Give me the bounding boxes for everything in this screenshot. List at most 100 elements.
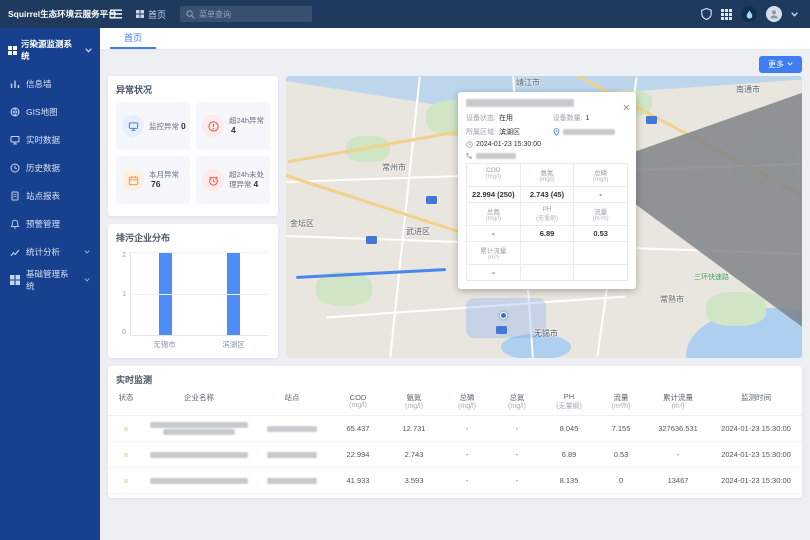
enterprise-distribution-chart: 排污企业分布 2 1 0: [108, 224, 278, 358]
device-count-value: 1: [586, 115, 590, 122]
water-drop-badge[interactable]: [741, 6, 757, 22]
metric-header: PH(无量纲): [521, 203, 574, 225]
city-label: 南通市: [736, 84, 760, 95]
city-label: 金坛区: [290, 218, 314, 229]
device-status-value: 在用: [499, 113, 513, 123]
stat-label: 超24h异常: [229, 116, 264, 125]
road-shield-icon: [366, 236, 377, 244]
cell-ph: 8.135: [542, 468, 596, 494]
chevron-down-icon[interactable]: [791, 12, 798, 17]
metric-header: 氨氮(mg/l): [521, 164, 574, 186]
platform-logo: Squirrel生态环境云服务平台: [0, 8, 100, 20]
col-tn: 总氮(mg/l): [492, 390, 542, 416]
cell-tp: -: [442, 416, 492, 442]
cell-tn: -: [492, 416, 542, 442]
chart-y-axis: 2 1 0: [114, 252, 126, 336]
popup-time: 2024-01-23 15:30:00: [476, 141, 541, 148]
cell-cod: 41.933: [330, 468, 386, 494]
sidebar-system-title[interactable]: 污染源监测系统: [0, 28, 100, 70]
road-shield-icon: [496, 326, 507, 334]
sidebar-item-label: 历史数据: [26, 162, 60, 174]
apps-grid-icon[interactable]: [721, 9, 732, 20]
header-actions: [701, 6, 810, 22]
system-grid-icon: [8, 46, 17, 55]
city-label: 靖江市: [516, 77, 540, 88]
gis-map[interactable]: 靖江市 南通市 常州市 江阴市 张家港市 武进区 金坛区 无锡市 常熟市 三环快…: [286, 76, 802, 358]
alert-management-icon: [10, 219, 20, 229]
shield-icon[interactable]: [701, 8, 712, 20]
sidebar-item-label: GIS地图: [26, 106, 58, 118]
content-toolbar: 更多: [108, 54, 802, 74]
table-header-row: 状态 企业名称 站点 COD(mg/l) 氨氮(mg/l) 总磷(mg/l) 总…: [108, 390, 802, 416]
realtime-data-icon: [10, 135, 20, 145]
sidebar-item-history-data[interactable]: 历史数据: [0, 154, 100, 182]
system-title-label: 污染源监测系统: [21, 38, 77, 62]
popup-info-grid: 设备状态: 在用 设备数量: 1 所属区域: 滨湖区: [466, 113, 628, 159]
gridline: [131, 294, 268, 295]
sidebar-item-site-report[interactable]: 站点报表: [0, 182, 100, 210]
redacted-phone: [476, 153, 516, 159]
device-status-label: 设备状态:: [466, 113, 496, 123]
menu-search-box[interactable]: [180, 6, 312, 22]
cell-time: 2024-01-23 15:30:00: [710, 442, 802, 468]
user-avatar[interactable]: [766, 6, 782, 22]
redacted-enterprise-name: [144, 442, 254, 468]
more-button-label: 更多: [768, 59, 784, 70]
stat-text: 超24h异常4: [229, 116, 266, 136]
table-row[interactable]: 65.437 12.731 - - 8.045 7.155 327636.531…: [108, 416, 802, 442]
table-row[interactable]: 41.933 3.593 - - 8.135 0 13467 2024-01-2…: [108, 468, 802, 494]
stat-over24h-unhandled[interactable]: 超24h未处理异常4: [196, 156, 270, 204]
y-tick: 1: [122, 291, 126, 298]
metric-value: -: [574, 187, 627, 202]
city-label: 武进区: [406, 226, 430, 237]
col-site: 站点: [254, 390, 330, 416]
highlighted-route: [296, 268, 446, 279]
sidebar-nav: 信息墙 GIS地图 实时数据 历史数据 站点报表: [0, 70, 100, 294]
stat-monitor-abnormal[interactable]: 监控异常0: [116, 102, 190, 150]
sidebar-item-alert-management[interactable]: 预警管理: [0, 210, 100, 238]
redacted-site-name: [254, 468, 330, 494]
sidebar-item-label: 基础管理系统: [26, 268, 72, 292]
cell-cum-flow: -: [646, 442, 710, 468]
popup-close-icon[interactable]: [623, 98, 630, 116]
region-value: 滨湖区: [499, 127, 520, 137]
stat-over24h-abnormal[interactable]: 超24h异常4: [196, 102, 270, 150]
sidebar-item-realtime-data[interactable]: 实时数据: [0, 126, 100, 154]
col-status: 状态: [108, 390, 144, 416]
breadcrumb-home[interactable]: 首页: [136, 8, 166, 21]
sidebar-item-info-wall[interactable]: 信息墙: [0, 70, 100, 98]
abnormal-status-panel: 异常状况 监控异常0: [108, 76, 278, 216]
metric-header-empty: [574, 242, 627, 264]
menu-search-input[interactable]: [199, 10, 306, 19]
sidebar-item-label: 站点报表: [26, 190, 60, 202]
sidebar-item-gis-map[interactable]: GIS地图: [0, 98, 100, 126]
sidebar-item-statistics[interactable]: 统计分析: [0, 238, 100, 266]
stat-month-abnormal[interactable]: 本月异常76: [116, 156, 190, 204]
tab-home[interactable]: 首页: [110, 28, 156, 49]
region-label: 所属区域:: [466, 127, 496, 137]
cell-ph: 6.89: [542, 442, 596, 468]
more-button[interactable]: 更多: [759, 56, 802, 73]
city-label: 无锡市: [534, 328, 558, 339]
cell-tn: -: [492, 468, 542, 494]
tab-bar: 首页: [100, 28, 810, 50]
stat-value: 4: [231, 125, 236, 135]
station-marker[interactable]: [500, 312, 507, 319]
hamburger-menu-icon[interactable]: [110, 9, 122, 19]
redacted-enterprise-name: [144, 416, 254, 442]
phone-icon: [466, 152, 473, 159]
sidebar-item-base-management[interactable]: 基础管理系统: [0, 266, 100, 294]
site-report-icon: [10, 191, 20, 201]
bar-chart: 2 1 0: [108, 248, 278, 336]
cell-tn: -: [492, 442, 542, 468]
x-tick: 无锡市: [130, 339, 199, 350]
breadcrumb-home-label: 首页: [148, 8, 166, 21]
metric-header-empty: [521, 242, 574, 264]
tab-home-label: 首页: [124, 31, 142, 44]
metric-value: -: [467, 265, 520, 280]
road-shield-icon: [646, 116, 657, 124]
cell-nh3n: 3.593: [386, 468, 442, 494]
table-row[interactable]: 22.994 2.743 - - 6.89 0.53 - 2024-01-23 …: [108, 442, 802, 468]
clock-icon: [466, 141, 473, 148]
calendar-icon: [122, 169, 144, 191]
